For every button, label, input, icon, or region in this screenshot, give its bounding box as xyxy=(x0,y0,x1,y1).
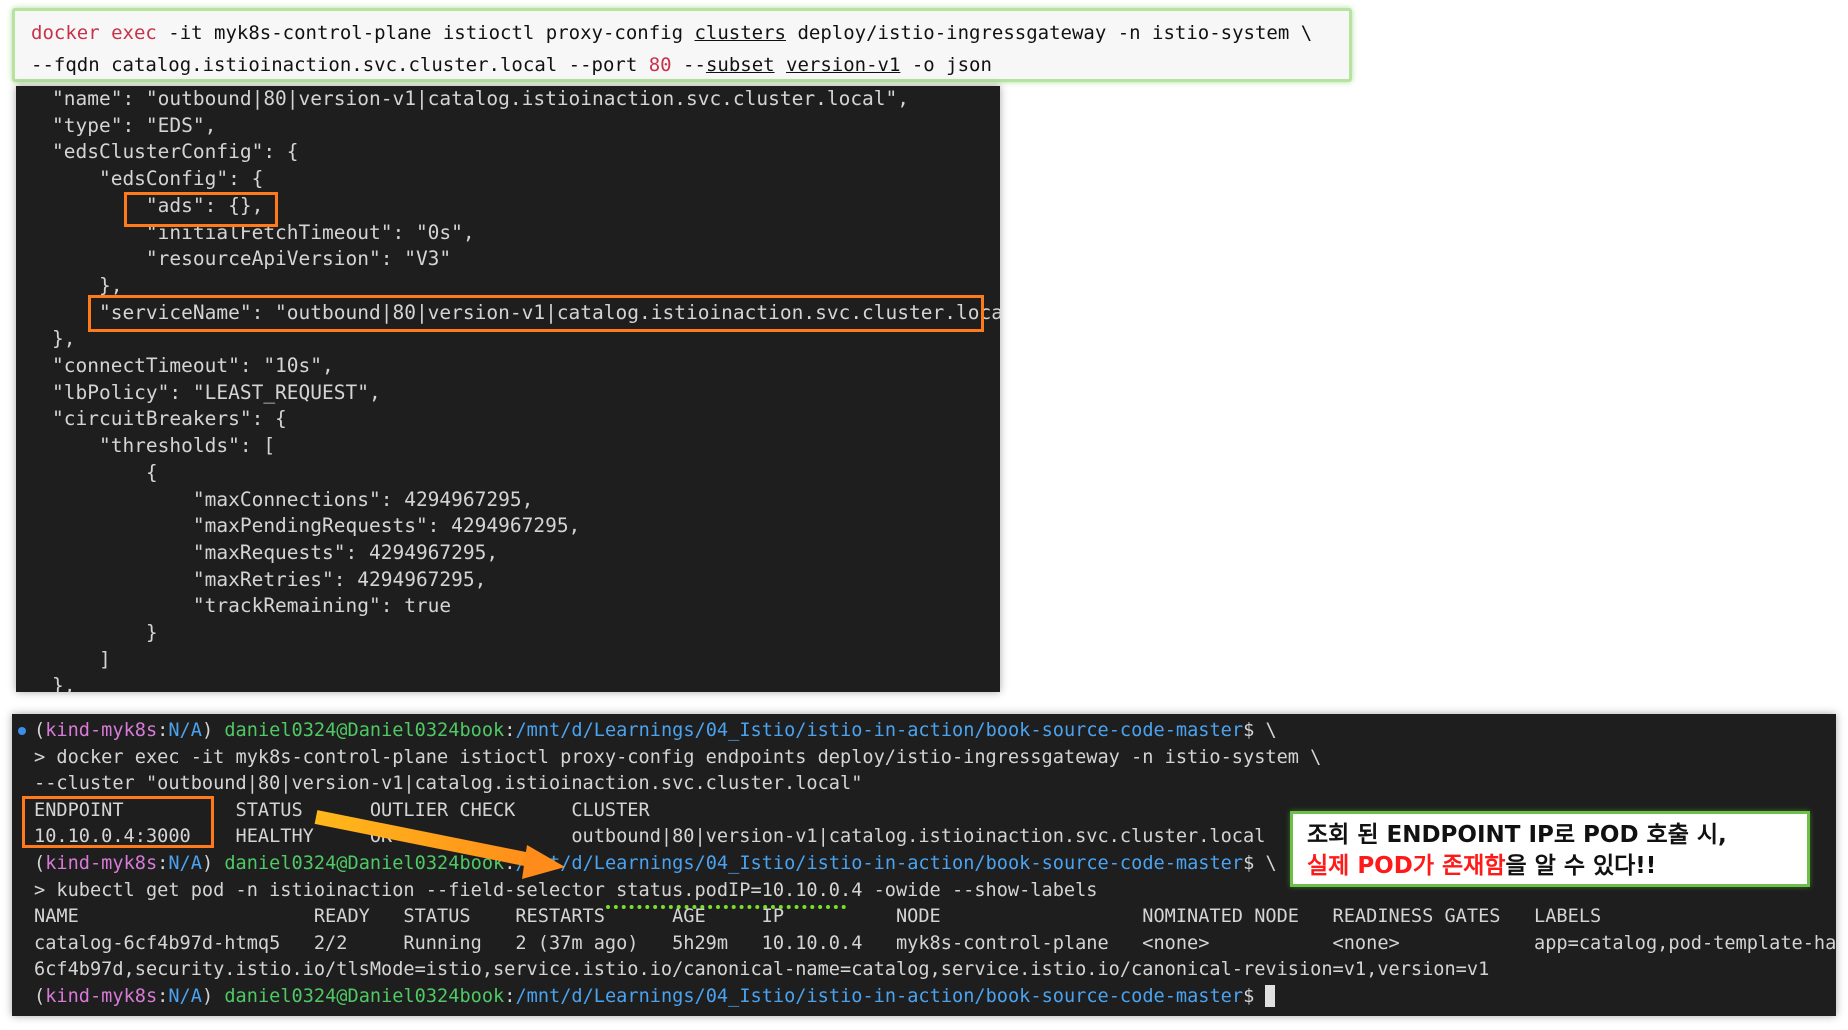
json-line: "name": "outbound|80|version-v1|catalog.… xyxy=(52,87,910,110)
json-line: "initialFetchTimeout": "0s", xyxy=(52,220,475,244)
cmd1-line3: --cluster "outbound|80|version-v1|catalo… xyxy=(34,773,863,795)
terminal-cursor[interactable] xyxy=(1265,985,1276,1008)
prompt-namespace: N/A xyxy=(168,720,202,741)
json-line: { xyxy=(52,460,158,484)
endpoint-table-header: ENDPOINT STATUS OUTLIER CHECK CLUSTER xyxy=(34,799,650,821)
json-line: "maxRetries": 4294967295, xyxy=(52,567,487,591)
annotation-note: 조회 된 ENDPOINT IP로 POD 호출 시, 실제 POD가 존재함을… xyxy=(1290,811,1810,887)
prompt-namespace: N/A xyxy=(168,852,202,874)
prompt-path: /mnt/d/Learnings/04_Istio/istio-in-actio… xyxy=(515,985,1244,1007)
cmd-line2-d: -o json xyxy=(900,54,992,76)
json-line: }, xyxy=(52,273,123,297)
prompt-status-dot xyxy=(18,727,26,735)
cmd-port: 80 xyxy=(648,54,672,76)
prompt-paren-open: ( xyxy=(34,720,46,741)
prompt-kube-context: kind-myk8s xyxy=(45,985,158,1007)
json-line: "edsClusterConfig": { xyxy=(52,140,299,164)
cmd-docker-exec: docker exec xyxy=(31,22,157,44)
cmd-line2-b: -- xyxy=(671,54,706,76)
json-line: "resourceApiVersion": "V3" xyxy=(52,247,452,271)
json-line: } xyxy=(52,621,158,645)
prompt-dollar: $ xyxy=(1243,852,1255,874)
podip-dotted-underline xyxy=(606,905,846,909)
prompt-user: daniel0324@Daniel0324book xyxy=(224,852,505,874)
pod-table-row-cont: 6cf4b97d,security.istio.io/tlsMode=istio… xyxy=(34,959,1490,981)
prompt-paren-close: ) xyxy=(201,985,214,1007)
cmd-clusters: clusters xyxy=(694,22,786,44)
json-line: "type": "EDS", xyxy=(52,113,217,137)
prompt-dollar: $ xyxy=(1243,985,1255,1007)
command-box: docker exec -it myk8s-control-plane isti… xyxy=(12,8,1352,82)
json-line: "maxPendingRequests": 4294967295, xyxy=(52,514,581,538)
prompt-paren-close: ) xyxy=(201,852,214,874)
note-line2-rest: 을 알 수 있다!! xyxy=(1505,853,1657,879)
cmd1-continuation: \ xyxy=(1254,720,1277,741)
prompt-path: /mnt/d/Learnings/04_Istio/istio-in-actio… xyxy=(515,720,1244,741)
prompt-user: daniel0324@Daniel0324book xyxy=(224,720,505,741)
json-line: "lbPolicy": "LEAST_REQUEST", xyxy=(52,380,381,404)
json-line: "connectTimeout": "10s", xyxy=(52,354,334,378)
note-line2-red: 실제 POD가 존재함 xyxy=(1307,853,1506,879)
json-line: ] xyxy=(52,647,111,671)
cmd-line2-a: --fqdn catalog.istioinaction.svc.cluster… xyxy=(31,54,649,76)
prompt-colon: : xyxy=(504,852,516,874)
json-line: "thresholds": [ xyxy=(52,434,276,458)
note-line2: 실제 POD가 존재함을 알 수 있다!! xyxy=(1307,851,1793,882)
prompt-sep: : xyxy=(157,852,169,874)
json-line: "circuitBreakers": { xyxy=(52,407,287,431)
json-output-terminal: "name": "outbound|80|version-v1|catalog.… xyxy=(16,86,1000,692)
cmd-line1-rest: deploy/istio-ingressgateway -n istio-sys… xyxy=(786,22,1313,44)
cmd-subset: subset xyxy=(705,54,775,76)
prompt-colon: : xyxy=(504,985,516,1007)
cmd2-continuation: \ xyxy=(1254,852,1277,874)
endpoint-table-row: 10.10.0.4:3000 HEALTHY OK outbound|80|ve… xyxy=(34,826,1266,848)
cmd1-line2: > docker exec -it myk8s-control-plane is… xyxy=(34,746,1322,768)
json-line: }, xyxy=(52,674,76,692)
prompt-kube-context: kind-myk8s xyxy=(45,852,158,874)
json-line: "trackRemaining": true xyxy=(52,594,452,618)
cmd-version: version-v1 xyxy=(786,54,901,76)
note-line1: 조회 된 ENDPOINT IP로 POD 호출 시, xyxy=(1307,822,1727,848)
prompt-sep: : xyxy=(157,985,169,1007)
json-line: "maxConnections": 4294967295, xyxy=(52,487,534,511)
json-line: }, xyxy=(52,327,76,351)
prompt-paren-open: ( xyxy=(34,985,46,1007)
prompt-paren-open: ( xyxy=(34,852,46,874)
pod-table-row: catalog-6cf4b97d-htmq5 2/2 Running 2 (37… xyxy=(34,932,1836,954)
pod-table-header: NAME READY STATUS RESTARTS AGE IP NODE N… xyxy=(34,906,1602,928)
json-line: "serviceName": "outbound|80|version-v1|c… xyxy=(52,300,1000,324)
json-line: "edsConfig": { xyxy=(52,167,264,191)
prompt-path: /mnt/d/Learnings/04_Istio/istio-in-actio… xyxy=(515,852,1244,874)
json-line: "ads": {}, xyxy=(52,193,264,217)
prompt-paren-close: ) xyxy=(201,720,214,741)
prompt-sep: : xyxy=(157,720,169,741)
json-line: "maxRequests": 4294967295, xyxy=(52,540,499,564)
cmd-line1-mid: -it myk8s-control-plane istioctl proxy-c… xyxy=(156,22,695,44)
cmd2-line2: > kubectl get pod -n istioinaction --fie… xyxy=(34,879,1098,901)
prompt-namespace: N/A xyxy=(168,985,202,1007)
prompt-user: daniel0324@Daniel0324book xyxy=(224,985,505,1007)
prompt-dollar: $ xyxy=(1243,720,1255,741)
prompt-kube-context: kind-myk8s xyxy=(45,720,158,741)
json-output-text: "name": "outbound|80|version-v1|catalog.… xyxy=(52,86,1000,692)
cmd-line2-c xyxy=(775,54,786,76)
prompt-colon: : xyxy=(504,720,516,741)
